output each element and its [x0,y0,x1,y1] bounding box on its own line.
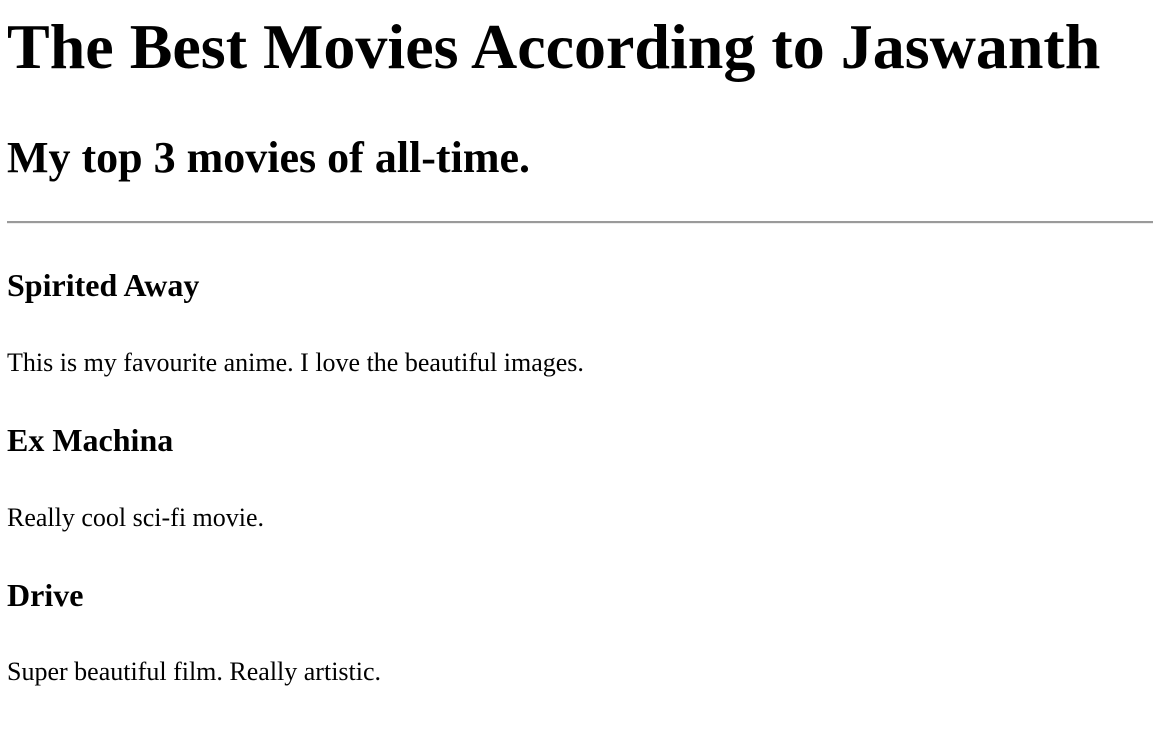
page-subtitle: My top 3 movies of all-time. [7,133,530,182]
movie-title: Spirited Away [7,267,200,303]
page: The Best Movies According to Jaswanth My… [0,0,1153,737]
page-title: The Best Movies According to Jaswanth [7,11,1101,82]
movie-title: Drive [7,577,84,613]
horizontal-rule [7,221,1153,224]
movie-description: Super beautiful film. Really artistic. [7,657,382,686]
movie-description: This is my favourite anime. I love the b… [7,348,584,377]
movie-title: Ex Machina [7,422,174,458]
movie-description: Really cool sci-fi movie. [7,503,265,532]
